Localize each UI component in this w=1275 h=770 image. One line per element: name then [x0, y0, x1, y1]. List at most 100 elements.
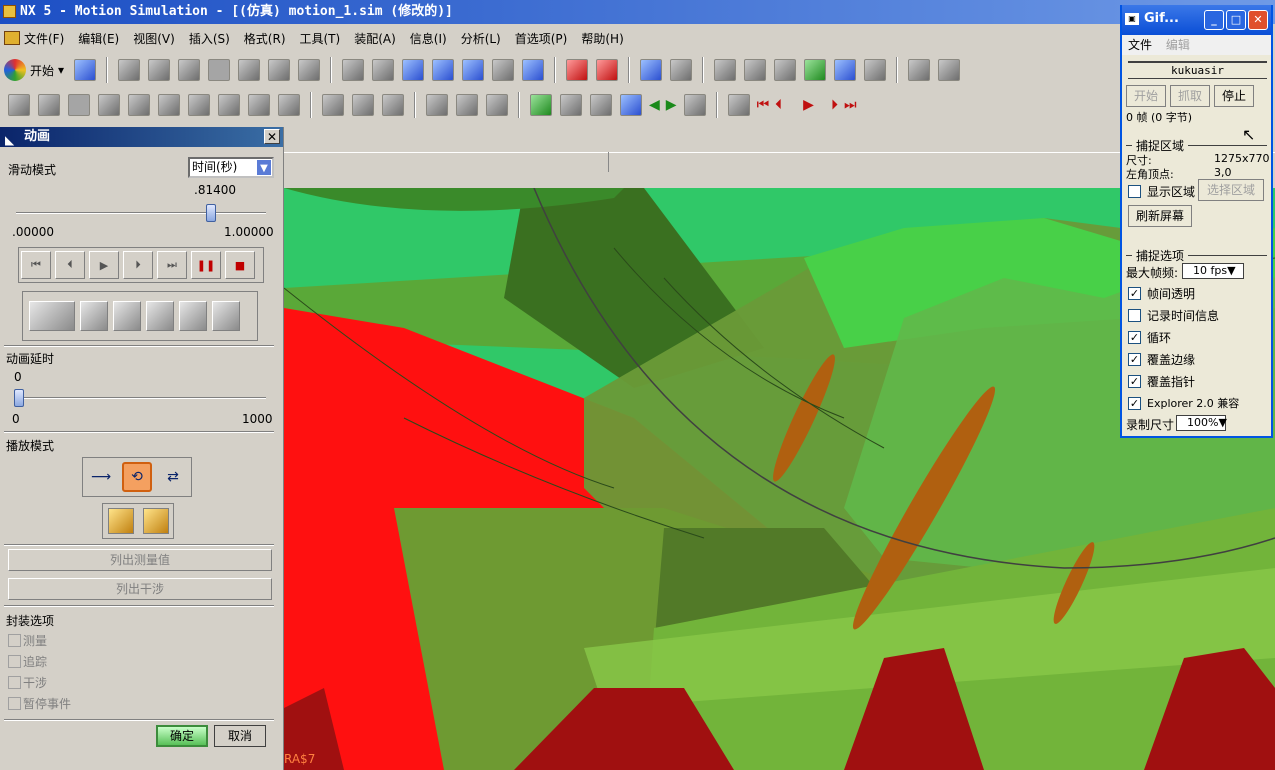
graph-icon[interactable] [530, 94, 552, 116]
rec-size-select[interactable]: 100%▼ [1176, 415, 1227, 431]
spring-icon[interactable] [774, 59, 797, 81]
render-style-icon[interactable] [522, 59, 545, 81]
point-icon[interactable] [218, 94, 240, 116]
checkbox-box[interactable] [8, 676, 21, 689]
checkbox-box[interactable] [1128, 309, 1141, 322]
blend-icon[interactable] [486, 94, 508, 116]
stop-icon[interactable]: ■ [225, 251, 255, 279]
gif-start-button[interactable]: 开始 [1126, 85, 1166, 107]
option-checkbox[interactable]: ✓ 覆盖指针 [1128, 373, 1195, 390]
cut-icon[interactable] [118, 59, 141, 81]
checkbox-box[interactable]: ✓ [1128, 287, 1141, 300]
close-icon[interactable]: ✕ [264, 129, 280, 144]
list-interference-button[interactable]: 列出干涉 [8, 578, 272, 600]
gif-menu-file[interactable]: 文件 [1128, 38, 1152, 52]
play-icon[interactable]: ▶ [89, 251, 119, 279]
checkbox-box[interactable]: ✓ [1128, 331, 1141, 344]
option-checkbox[interactable]: ✓ Explorer 2.0 兼容 [1128, 395, 1239, 411]
max-fps-select[interactable]: 10 fps▼ [1182, 263, 1244, 279]
chart-icon[interactable] [590, 94, 612, 116]
checkbox-box[interactable] [8, 655, 21, 668]
delay-slider-thumb[interactable] [14, 389, 24, 407]
step-forward-icon[interactable]: ⏵ [831, 97, 838, 113]
close-icon[interactable]: ✕ [1248, 10, 1268, 30]
menu-format[interactable]: 格式(R) [244, 30, 286, 47]
start-button[interactable]: 开始 ▾ [4, 59, 64, 81]
properties-icon[interactable] [268, 59, 291, 81]
checkbox-box[interactable]: ✓ [1128, 353, 1141, 366]
menu-edit[interactable]: 编辑(E) [78, 30, 119, 47]
pause-icon[interactable]: ❚❚ [191, 251, 221, 279]
encap-measure-checkbox[interactable]: 测量 [8, 632, 47, 649]
copy-icon[interactable] [148, 59, 171, 81]
save-icon[interactable] [74, 59, 97, 81]
menu-help[interactable]: 帮助(H) [581, 30, 623, 47]
face-icon[interactable] [426, 94, 448, 116]
cancel-button[interactable]: 取消 [214, 725, 266, 747]
minimize-icon[interactable]: _ [1204, 10, 1224, 30]
belt-icon[interactable] [188, 94, 210, 116]
zoom-window-icon[interactable] [372, 59, 395, 81]
fast-forward-icon[interactable]: ⏭ [157, 251, 187, 279]
checkbox-box[interactable]: ✓ [1128, 375, 1141, 388]
step-forward-icon[interactable]: ⏵ [123, 251, 153, 279]
orient-b-icon[interactable] [142, 508, 169, 534]
gif-stop-button[interactable]: 停止 [1214, 85, 1254, 107]
table-icon[interactable] [620, 94, 642, 116]
view-options-icon[interactable] [29, 301, 75, 331]
delete-icon[interactable] [208, 59, 231, 81]
option-checkbox[interactable]: ✓ 覆盖边缘 [1128, 351, 1195, 368]
encap-interference-checkbox[interactable]: 干涉 [8, 674, 47, 691]
expression-icon[interactable] [38, 94, 60, 116]
block-icon[interactable] [382, 94, 404, 116]
solver-icon[interactable] [596, 59, 619, 81]
fast-forward-icon[interactable]: ⏭ [844, 97, 857, 113]
menu-info[interactable]: 信息(I) [410, 30, 447, 47]
trace-icon[interactable] [146, 301, 174, 331]
function-icon[interactable] [68, 94, 90, 116]
gif-capture-button[interactable]: 抓取 [1170, 85, 1210, 107]
simulation-icon[interactable] [566, 59, 589, 81]
select-filter-icon[interactable] [298, 59, 321, 81]
paste-icon[interactable] [178, 59, 201, 81]
time-slider-thumb[interactable] [206, 204, 217, 222]
vector-icon[interactable] [248, 94, 270, 116]
show-area-checkbox[interactable]: 显示区域 [1128, 183, 1195, 200]
menu-tools[interactable]: 工具(T) [300, 30, 341, 47]
orient-a-icon[interactable] [107, 508, 134, 534]
checkbox-box[interactable] [1128, 185, 1141, 198]
trace-icon[interactable] [938, 59, 961, 81]
layer-icon[interactable] [670, 59, 693, 81]
menu-assembly[interactable]: 装配(A) [354, 30, 396, 47]
rewind-icon[interactable]: ⏮ [757, 97, 770, 113]
ping-pong-icon[interactable]: ⇄ [158, 462, 188, 492]
undo-icon[interactable] [238, 59, 261, 81]
loop-icon[interactable]: ⟲ [122, 462, 152, 492]
play-once-icon[interactable]: ⟶ [86, 462, 116, 492]
camera-icon[interactable] [113, 301, 141, 331]
encap-trace-checkbox[interactable]: 追踪 [8, 653, 47, 670]
maximize-icon[interactable]: □ [1226, 10, 1246, 30]
contact-icon[interactable] [864, 59, 887, 81]
line-icon[interactable] [98, 94, 120, 116]
export-icon[interactable] [212, 301, 240, 331]
refresh-screen-button[interactable]: 刷新屏幕 [1128, 205, 1192, 227]
menu-view[interactable]: 视图(V) [133, 30, 175, 47]
option-checkbox[interactable]: ✓ 循环 [1128, 329, 1171, 346]
driver-icon[interactable] [804, 59, 827, 81]
pan-icon[interactable] [492, 59, 515, 81]
csys-icon[interactable] [278, 94, 300, 116]
link-icon[interactable] [714, 59, 737, 81]
refresh-icon[interactable] [683, 94, 706, 116]
checkbox-box[interactable]: ✓ [1128, 396, 1141, 410]
measure-icon[interactable] [908, 59, 931, 81]
select-area-button[interactable]: 选择区域 [1198, 179, 1264, 201]
encap-pause-checkbox[interactable]: 暂停事件 [8, 695, 71, 712]
flag-icon[interactable] [128, 94, 150, 116]
menu-insert[interactable]: 插入(S) [189, 30, 230, 47]
zoom-icon[interactable] [402, 59, 425, 81]
zoom-in-out-icon[interactable] [432, 59, 455, 81]
chevron-down-icon[interactable]: ▼ [256, 159, 272, 176]
checkbox-box[interactable] [8, 697, 21, 710]
extrude-icon[interactable] [322, 94, 344, 116]
